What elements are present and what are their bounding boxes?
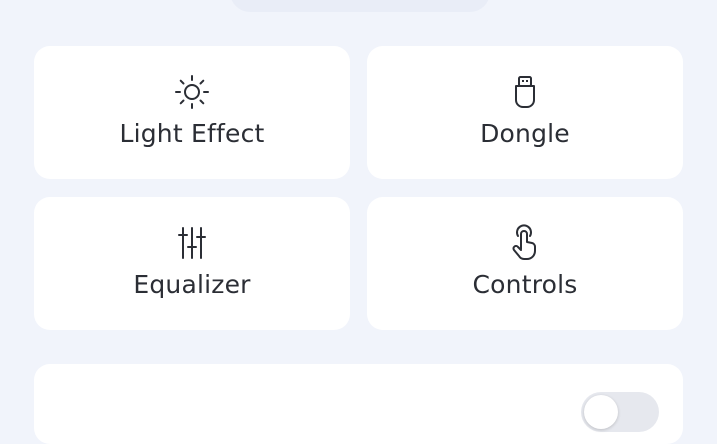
equalizer-label: Equalizer (133, 270, 251, 299)
touch-gesture-icon (505, 223, 545, 263)
dongle-label: Dongle (480, 119, 570, 148)
controls-tile[interactable]: Controls (367, 197, 683, 330)
light-effect-tile[interactable]: Light Effect (34, 46, 350, 179)
toggle-knob (584, 395, 618, 429)
settings-toggle[interactable] (581, 392, 659, 432)
usb-dongle-icon (505, 72, 545, 112)
settings-card (34, 364, 683, 444)
equalizer-tile[interactable]: Equalizer (34, 197, 350, 330)
light-effect-label: Light Effect (119, 119, 265, 148)
controls-label: Controls (472, 270, 578, 299)
dongle-tile[interactable]: Dongle (367, 46, 683, 179)
top-card-shadow (230, 0, 490, 12)
equalizer-sliders-icon (172, 223, 212, 263)
sun-icon (172, 72, 212, 112)
